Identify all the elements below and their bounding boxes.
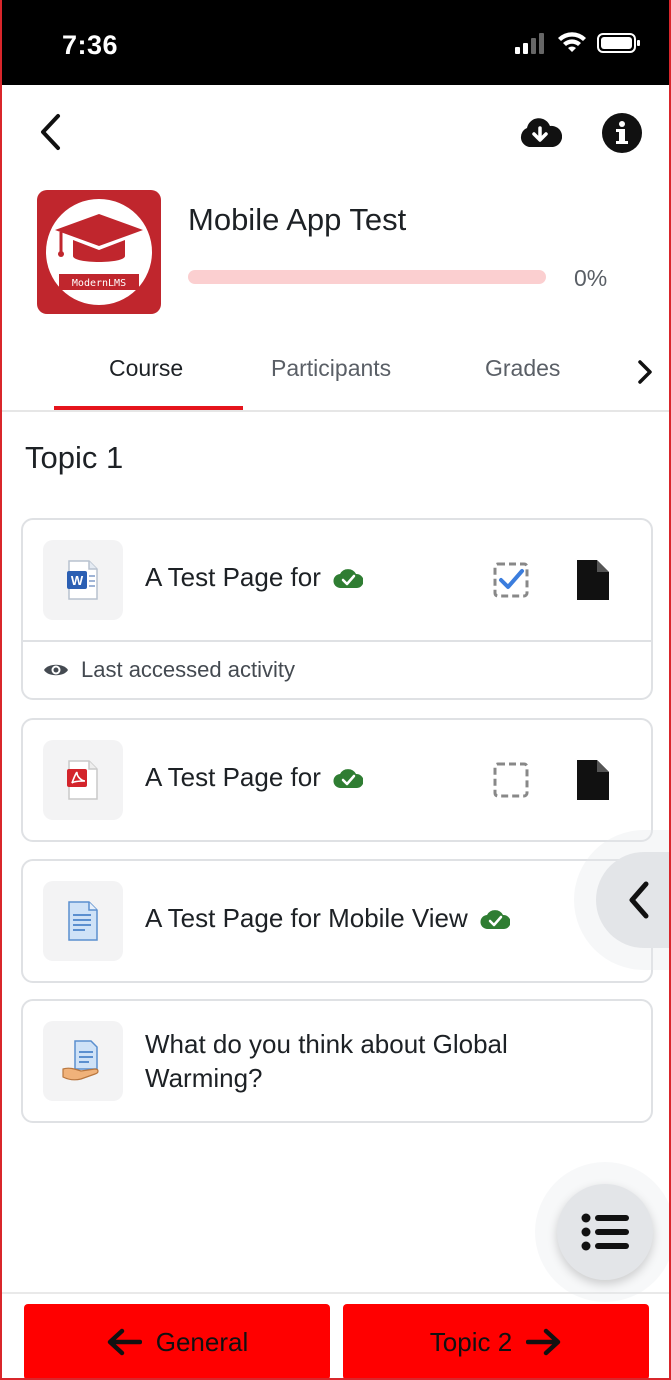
- tab-course[interactable]: Course: [109, 355, 183, 382]
- module-file-button[interactable]: [575, 758, 611, 802]
- eye-icon: [43, 661, 69, 679]
- course-index-fab[interactable]: [557, 1184, 653, 1280]
- course-progress-bar: [188, 270, 546, 284]
- back-button[interactable]: [30, 110, 70, 154]
- module-card[interactable]: W A Test Page for Last accessed activity: [21, 518, 653, 700]
- course-logo: ModernLMS: [37, 190, 161, 314]
- module-card[interactable]: A Test Page for Mobile View: [21, 859, 653, 983]
- info-icon: [602, 113, 642, 153]
- download-course-button[interactable]: [515, 111, 565, 155]
- module-card[interactable]: A Test Page for: [21, 718, 653, 842]
- list-icon: [581, 1213, 629, 1251]
- pdf-document-icon: [43, 740, 123, 820]
- cloud-download-icon: [520, 118, 562, 147]
- word-document-icon: W: [43, 540, 123, 620]
- tab-participants[interactable]: Participants: [271, 355, 391, 382]
- chevron-left-icon: [41, 114, 60, 150]
- module-name[interactable]: A Test Page for Mobile View: [145, 903, 510, 934]
- chevron-right-icon: [638, 360, 652, 384]
- file-icon: [577, 560, 609, 600]
- last-accessed-label: Last accessed activity: [81, 657, 295, 682]
- file-icon: [577, 760, 609, 800]
- svg-text:W: W: [71, 573, 84, 588]
- chevron-left-icon: [629, 881, 649, 919]
- last-accessed-indicator: Last accessed activity: [23, 640, 651, 698]
- arrow-left-icon: [107, 1328, 142, 1356]
- cloud-check-icon: [333, 567, 363, 589]
- tab-grades[interactable]: Grades: [485, 355, 560, 382]
- feedback-hand-icon: [43, 1021, 123, 1101]
- checkbox-checked-icon: [493, 562, 529, 598]
- completion-checkbox-checked[interactable]: [491, 560, 531, 600]
- section-navigation-bar: General Topic 2: [0, 1292, 671, 1380]
- tabs-scroll-next-button[interactable]: [630, 354, 660, 390]
- signal-icon: [515, 33, 544, 54]
- graduation-cap-logo: ModernLMS: [46, 199, 152, 305]
- active-tab-indicator: [54, 406, 243, 410]
- course-info-button[interactable]: [600, 111, 644, 155]
- arrow-right-icon: [526, 1328, 561, 1356]
- next-section-button[interactable]: Topic 2: [343, 1304, 649, 1380]
- cloud-check-icon: [333, 767, 363, 789]
- battery-icon: [597, 33, 640, 53]
- module-name[interactable]: A Test Page for: [145, 562, 363, 593]
- completion-checkbox-unchecked[interactable]: [491, 760, 531, 800]
- module-name[interactable]: A Test Page for: [145, 762, 363, 793]
- previous-section-button[interactable]: General: [24, 1304, 330, 1380]
- previous-section-label: General: [155, 1326, 249, 1357]
- module-card[interactable]: What do you think about Global Warming?: [21, 999, 653, 1123]
- top-app-bar: [0, 85, 671, 175]
- course-tabs: Course Participants Grades: [0, 330, 671, 412]
- cloud-check-icon: [480, 908, 510, 930]
- wifi-icon: [558, 32, 586, 52]
- status-bar: 7:36: [0, 0, 671, 85]
- topic-title: Topic 1: [25, 440, 124, 475]
- logo-text: ModernLMS: [72, 278, 126, 289]
- page-document-icon: [43, 881, 123, 961]
- module-file-button[interactable]: [575, 558, 611, 602]
- status-time: 7:36: [62, 30, 119, 60]
- checkbox-unchecked-icon: [493, 762, 529, 798]
- module-name[interactable]: What do you think about Global Warming?: [145, 1027, 615, 1095]
- course-title: Mobile App Test: [188, 202, 407, 237]
- next-section-label: Topic 2: [429, 1326, 513, 1357]
- course-progress-text: 0%: [574, 265, 608, 291]
